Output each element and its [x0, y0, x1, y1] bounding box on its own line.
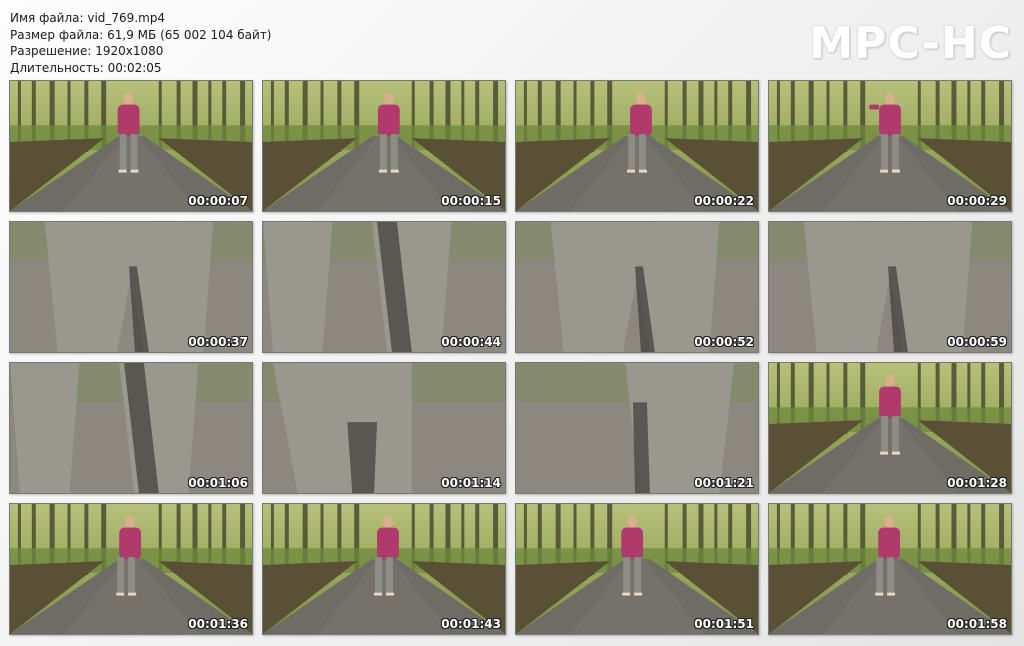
file-name: Имя файла: vid_769.mp4 [10, 11, 166, 25]
thumbnail: 00:01:28 [768, 362, 1012, 494]
thumbnail-grid: 00:00:07 00:00:15 00:00:22 00:00:29 00:00:37… [9, 80, 1012, 635]
timestamp: 00:00:07 [188, 194, 248, 208]
timestamp: 00:01:51 [694, 617, 754, 631]
thumbnail: 00:01:58 [768, 503, 1012, 635]
timestamp: 00:01:36 [188, 617, 248, 631]
timestamp: 00:00:15 [441, 194, 501, 208]
thumbnail: 00:01:14 [262, 362, 506, 494]
timestamp: 00:00:37 [188, 335, 248, 349]
thumbnail: 00:01:21 [515, 362, 759, 494]
thumbnail-image [769, 504, 1011, 634]
thumbnail: 00:00:15 [262, 80, 506, 212]
timestamp: 00:01:58 [947, 617, 1007, 631]
thumbnail-image [263, 81, 505, 211]
thumbnail: 00:00:07 [9, 80, 253, 212]
thumbnail: 00:00:59 [768, 221, 1012, 353]
timestamp: 00:00:29 [947, 194, 1007, 208]
thumbnail-image [263, 222, 505, 352]
thumbnail-image [769, 81, 1011, 211]
thumbnail-image [516, 363, 758, 493]
timestamp: 00:01:21 [694, 476, 754, 490]
timestamp: 00:00:44 [441, 335, 501, 349]
thumbnail: 00:00:22 [515, 80, 759, 212]
thumbnail-image [769, 222, 1011, 352]
duration: Длительность: 00:02:05 [10, 60, 162, 75]
timestamp: 00:00:59 [947, 335, 1007, 349]
file-info: Имя файла: vid_769.mp4 Размер файла: 61,… [10, 10, 272, 76]
thumbnail-image [769, 363, 1011, 493]
file-size: Размер файла: 61,9 МБ (65 002 104 байт) [10, 27, 272, 42]
thumbnail: 00:00:52 [515, 221, 759, 353]
thumbnail: 00:00:29 [768, 80, 1012, 212]
thumbnail: 00:01:06 [9, 362, 253, 494]
timestamp: 00:01:14 [441, 476, 501, 490]
thumbnail: 00:01:36 [9, 503, 253, 635]
thumbnail-image [516, 222, 758, 352]
thumbnail-image [10, 504, 252, 634]
thumbnail-image [263, 363, 505, 493]
mpc-hc-logo: MPC-HC [809, 18, 1012, 69]
thumbnail-image [516, 504, 758, 634]
timestamp: 00:00:22 [694, 194, 754, 208]
thumbnail-image [10, 222, 252, 352]
thumbnail-image [516, 81, 758, 211]
timestamp: 00:01:06 [188, 476, 248, 490]
timestamp: 00:00:52 [694, 335, 754, 349]
timestamp: 00:01:28 [947, 476, 1007, 490]
thumbnail: 00:01:43 [262, 503, 506, 635]
resolution: Разрешение: 1920x1080 [10, 44, 164, 58]
thumbnail-image [263, 504, 505, 634]
thumbnail: 00:00:37 [9, 221, 253, 353]
thumbnail-image [10, 81, 252, 211]
thumbnail: 00:01:51 [515, 503, 759, 635]
thumbnail-image [10, 363, 252, 493]
thumbnail: 00:00:44 [262, 221, 506, 353]
timestamp: 00:01:43 [441, 617, 501, 631]
